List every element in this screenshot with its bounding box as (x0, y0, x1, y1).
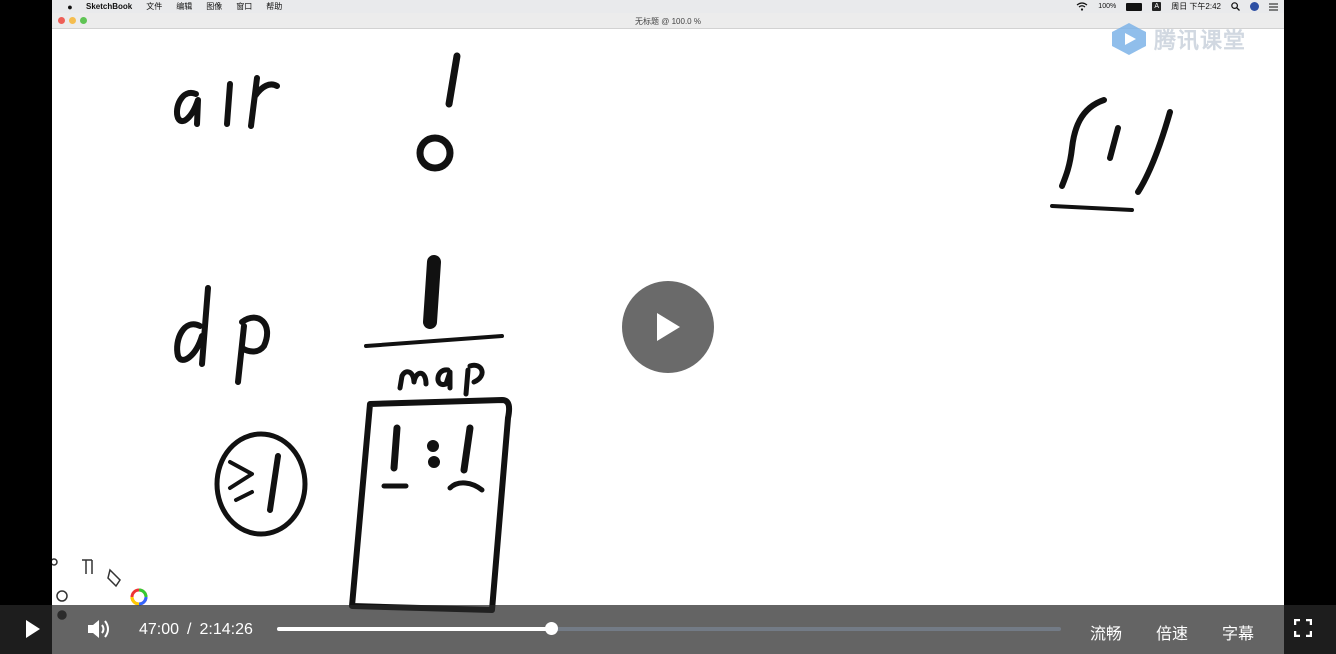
play-icon (657, 313, 680, 341)
speed-button[interactable]: 倍速 (1156, 620, 1188, 644)
time-separator: / (187, 621, 192, 638)
color-wheel-icon (130, 588, 148, 606)
sketch-fraction-one-zero (416, 52, 461, 172)
fullscreen-button[interactable] (1293, 618, 1313, 638)
volume-button[interactable] (86, 617, 112, 641)
time-display: 47:00 / 2:14:26 (139, 621, 253, 639)
fullscreen-icon (1293, 618, 1313, 638)
play-button[interactable] (24, 619, 42, 639)
progress-fill (277, 627, 552, 631)
sketch-braced-one (1050, 97, 1173, 212)
current-time: 47:00 (139, 621, 180, 638)
sketch-word-dp (174, 285, 271, 385)
quality-button[interactable]: 流畅 (1090, 620, 1122, 644)
progress-handle[interactable] (545, 622, 559, 635)
play-icon (26, 620, 40, 638)
sketch-circled-greater-equal-one (214, 431, 308, 537)
duration: 2:14:26 (199, 621, 253, 638)
sketch-fraction-one-map (364, 255, 504, 397)
sketch-rectangle-one-to-one (349, 397, 513, 613)
volume-icon (88, 620, 109, 638)
progress-bar[interactable] (277, 622, 1061, 635)
subtitle-button[interactable]: 字幕 (1222, 620, 1254, 644)
sketch-word-air (174, 75, 280, 129)
player-control-bar: 47:00 / 2:14:26 流畅 倍速 字幕 (0, 605, 1336, 654)
big-play-button[interactable] (622, 281, 714, 373)
